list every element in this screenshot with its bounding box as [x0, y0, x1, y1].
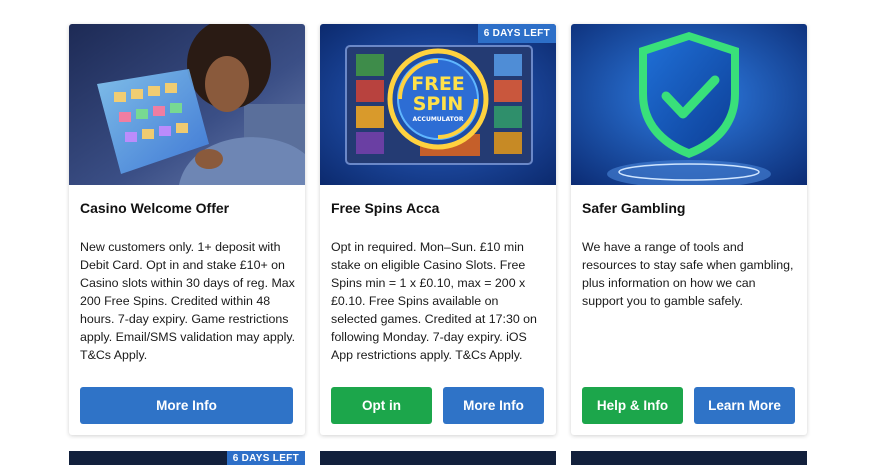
- free-spins-banner-image: FREE SPIN ACCUMULATOR 6 DAYS LEFT: [320, 24, 556, 185]
- casino-welcome-banner-image: [69, 24, 305, 185]
- next-card-banner-partial: [571, 451, 807, 465]
- free-spin-logo-line3: ACCUMULATOR: [413, 116, 464, 123]
- card-terms-text: Opt in required. Mon–Sun. £10 min stake …: [331, 240, 537, 362]
- promo-card-casino-welcome: Casino Welcome Offer New customers only.…: [69, 24, 305, 435]
- promo-card-free-spins-acca: FREE SPIN ACCUMULATOR 6 DAYS LEFT Free S…: [320, 24, 556, 435]
- next-card-banner-partial: 6 DAYS LEFT: [69, 451, 305, 465]
- more-info-button[interactable]: More Info: [443, 387, 544, 424]
- safer-gambling-banner-image: [571, 24, 807, 185]
- learn-more-button[interactable]: Learn More: [694, 387, 795, 424]
- more-info-button[interactable]: More Info: [80, 387, 293, 424]
- free-spin-logo-line1: FREE: [411, 73, 465, 95]
- opt-in-button[interactable]: Opt in: [331, 387, 432, 424]
- free-spin-logo-line2: SPIN: [413, 93, 464, 115]
- days-left-badge: 6 DAYS LEFT: [477, 24, 556, 43]
- card-title: Safer Gambling: [582, 200, 686, 216]
- help-info-button[interactable]: Help & Info: [582, 387, 683, 424]
- next-card-banner-partial: [320, 451, 556, 465]
- promo-card-safer-gambling: Safer Gambling We have a range of tools …: [571, 24, 807, 435]
- card-terms-text: New customers only. 1+ deposit with Debi…: [80, 240, 296, 362]
- days-left-badge: 6 DAYS LEFT: [226, 451, 305, 465]
- card-terms-text: We have a range of tools and resources t…: [582, 240, 794, 308]
- card-title: Free Spins Acca: [331, 200, 440, 216]
- card-title: Casino Welcome Offer: [80, 200, 230, 216]
